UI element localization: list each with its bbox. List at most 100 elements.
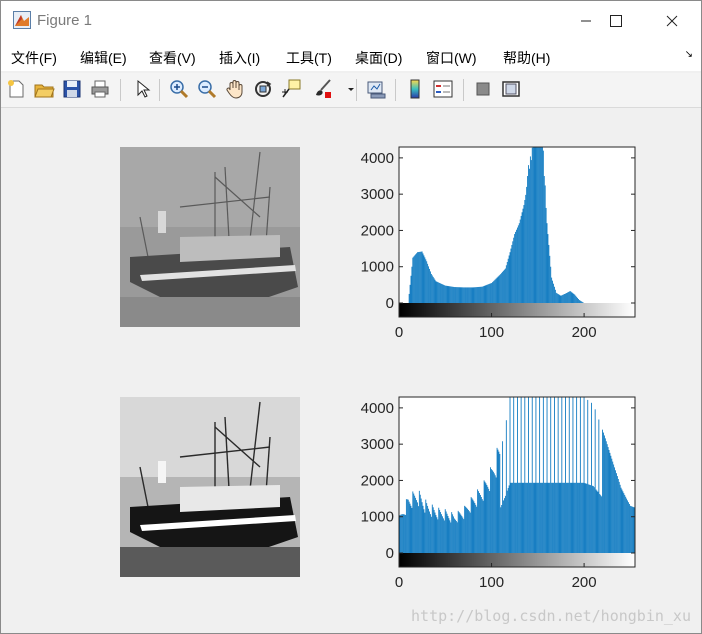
y-tick-label: 0	[386, 545, 394, 562]
histogram-bar	[569, 291, 571, 303]
zoom-in-icon[interactable]	[168, 78, 190, 100]
link-plot-icon[interactable]	[365, 78, 387, 100]
open-file-icon[interactable]	[33, 78, 55, 100]
legend-icon[interactable]	[432, 78, 454, 100]
brush-icon[interactable]	[312, 78, 334, 100]
histogram-bar	[517, 227, 518, 303]
histogram-bar	[490, 467, 491, 553]
histogram-bar	[607, 447, 609, 553]
menu-tools[interactable]: 工具(T)	[286, 48, 332, 68]
histogram-bar	[474, 287, 476, 303]
histogram-bar	[443, 520, 445, 553]
histogram-bar	[566, 482, 568, 553]
histogram-bar	[447, 515, 449, 553]
data-cursor-icon[interactable]	[280, 78, 302, 100]
menu-view[interactable]: 查看(V)	[149, 48, 196, 68]
histogram-bar	[573, 482, 575, 553]
brush-dropdown-icon[interactable]	[340, 78, 354, 100]
maximize-button[interactable]	[593, 1, 639, 41]
pan-hand-icon[interactable]	[224, 78, 246, 100]
histogram-bar	[449, 520, 451, 553]
minimize-icon	[581, 20, 591, 22]
histogram-bar	[575, 295, 577, 303]
histogram-bar	[476, 506, 478, 553]
histogram-bar	[485, 285, 487, 303]
histogram-bar	[530, 482, 532, 553]
save-icon[interactable]	[61, 78, 83, 100]
histogram-bar	[564, 294, 566, 303]
histogram-bar	[468, 287, 470, 303]
histogram-bar	[431, 275, 433, 303]
menu-edit[interactable]: 编辑(E)	[80, 48, 127, 68]
histogram-bar	[486, 484, 488, 553]
histogram-bar	[568, 291, 570, 303]
new-figure-icon[interactable]	[5, 78, 27, 100]
histogram-original: 0 1000 2000 3000 4000 0 100 200	[361, 146, 636, 341]
histogram-bar	[429, 511, 430, 553]
histogram-bar	[510, 248, 512, 303]
close-button[interactable]	[649, 1, 695, 41]
histogram-bar	[477, 287, 479, 303]
histogram-bar	[521, 212, 523, 303]
histogram-bar	[492, 281, 494, 303]
histogram-bar	[559, 295, 561, 303]
histogram-bar	[448, 286, 450, 303]
histogram-bar	[439, 509, 441, 553]
histogram-bar	[465, 287, 467, 303]
histogram-bar	[456, 287, 458, 303]
histogram-bar	[461, 287, 463, 303]
histogram-bar	[471, 498, 473, 553]
menu-insert[interactable]: 插入(I)	[219, 48, 260, 68]
select-arrow-icon[interactable]	[131, 78, 153, 100]
histogram-bar	[529, 168, 530, 303]
histogram-bar	[412, 491, 414, 553]
histogram-bar	[466, 507, 467, 553]
histogram-bar	[444, 285, 446, 303]
histogram-bar	[600, 495, 602, 553]
histogram-bar	[452, 286, 454, 303]
histogram-bar	[497, 276, 499, 303]
histogram-bar	[492, 470, 493, 553]
histogram-bar	[414, 255, 416, 303]
menu-window[interactable]: 窗口(W)	[426, 48, 477, 68]
histogram-bar	[504, 269, 505, 303]
rotate-3d-icon[interactable]	[252, 78, 274, 100]
histogram-bar	[412, 257, 414, 303]
histogram-bar	[427, 263, 429, 303]
histogram-bar	[438, 282, 440, 303]
menu-desktop[interactable]: 桌面(D)	[355, 48, 402, 68]
histogram-bar	[405, 514, 406, 553]
toolbar-separator	[356, 79, 357, 101]
colorbar-icon[interactable]	[404, 78, 426, 100]
histogram-bar	[418, 490, 420, 553]
histogram-bar	[576, 296, 578, 303]
histogram-bar	[475, 504, 477, 553]
histogram-bar	[449, 286, 451, 303]
print-icon[interactable]	[89, 78, 111, 100]
histogram-bar	[582, 482, 584, 553]
histogram-bar	[416, 253, 417, 303]
histogram-bar	[485, 483, 487, 553]
zoom-out-icon[interactable]	[196, 78, 218, 100]
hide-plot-tools-icon[interactable]	[472, 78, 494, 100]
show-plot-tools-icon[interactable]	[500, 78, 522, 100]
histogram-bar	[553, 482, 554, 553]
histogram-bar	[464, 505, 466, 553]
histogram-bar	[596, 490, 598, 553]
histogram-bar	[478, 286, 479, 303]
histogram-bar	[542, 397, 544, 553]
menu-help[interactable]: 帮助(H)	[503, 48, 550, 68]
histogram-bar	[562, 482, 564, 553]
histogram-bar	[633, 507, 635, 553]
histogram-bar	[504, 495, 506, 553]
menu-file[interactable]: 文件(F)	[11, 48, 57, 68]
x-tick-label: 0	[395, 324, 403, 341]
dock-arrow-icon[interactable]: ↘	[685, 49, 693, 60]
histogram-bar	[541, 482, 542, 553]
histogram-bar	[597, 491, 599, 553]
histogram-bar	[624, 494, 626, 553]
histogram-bar	[498, 275, 500, 303]
histogram-bar	[552, 482, 554, 553]
histogram-bar	[513, 237, 515, 303]
histogram-bar	[417, 502, 418, 553]
